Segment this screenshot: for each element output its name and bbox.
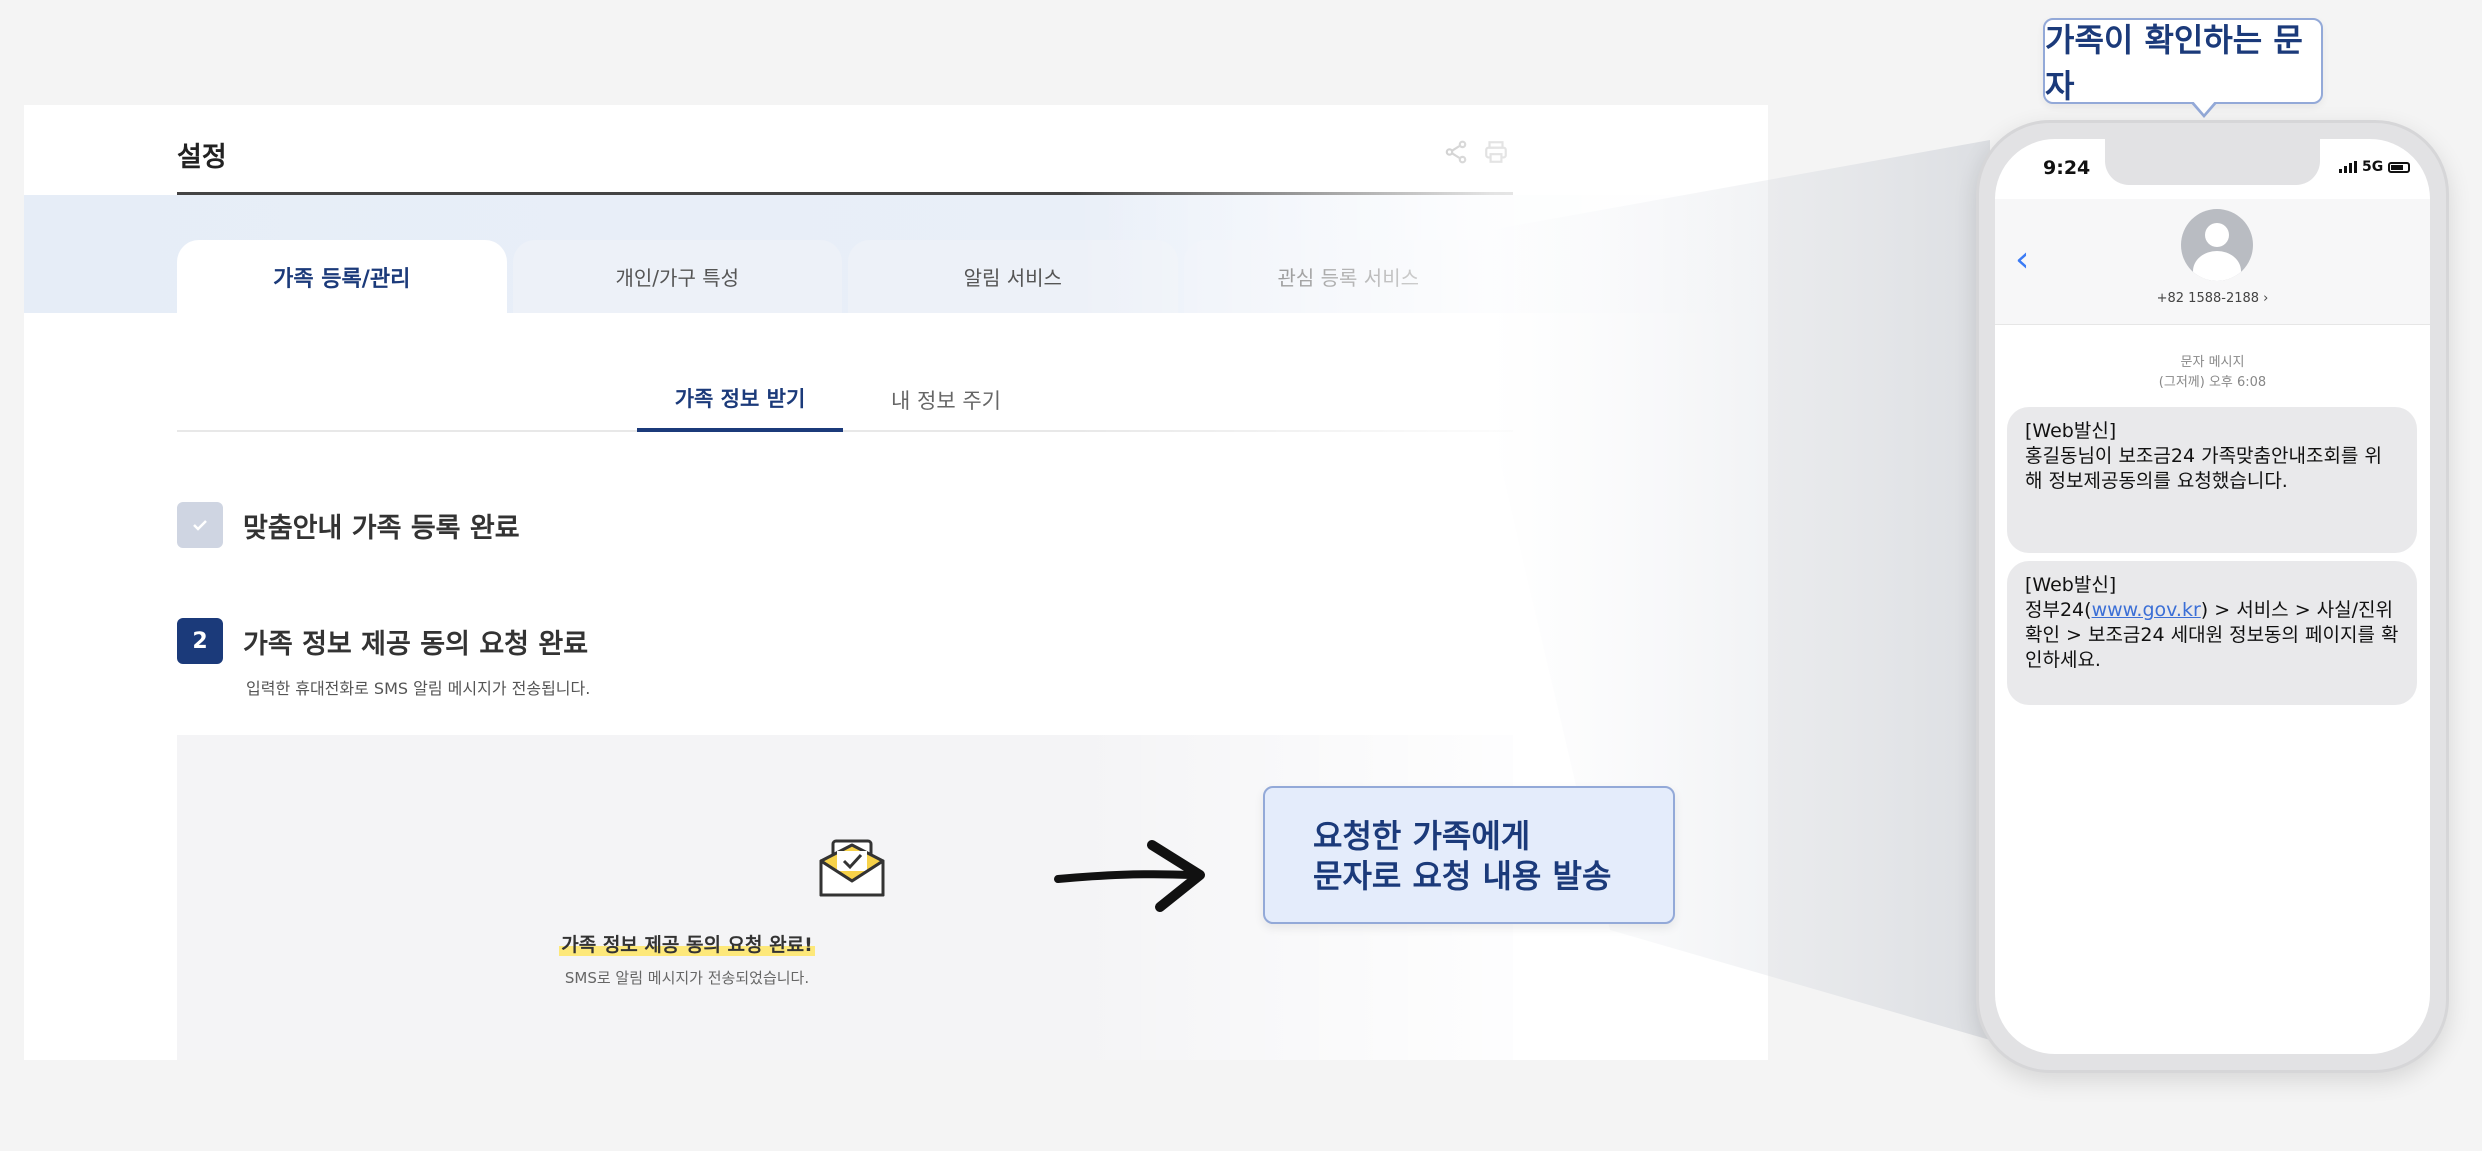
step-2: 2 가족 정보 제공 동의 요청 완료 xyxy=(177,618,588,664)
step-1-text: 맞춤안내 가족 등록 완료 xyxy=(243,512,520,544)
battery-icon xyxy=(2388,161,2411,173)
status-time: 9:24 xyxy=(2043,157,2091,179)
message-timestamp: (그저께) 오후 6:08 xyxy=(2158,375,2267,390)
page-title: 설정 xyxy=(177,142,227,173)
phone-label-tail-inner xyxy=(2192,100,2216,114)
phone-notch xyxy=(2105,139,2320,185)
share-icon[interactable] xyxy=(1439,135,1473,169)
arrow-right-icon xyxy=(1054,840,1205,912)
message-1-text: [Web발신] 홍길동님이 보조금24 가족맞춤안내조회를 위해 정보제공동의를… xyxy=(2025,420,2382,492)
message-bubble-1: [Web발신] 홍길동님이 보조금24 가족맞춤안내조회를 위해 정보제공동의를… xyxy=(2007,407,2417,553)
network-label: 5G xyxy=(2362,159,2384,175)
phone-frame: 9:24 5G ‹ +82 1588-2188 › 문자 메시지 (그저께) 오… xyxy=(1976,120,2449,1073)
sub-tabs: 가족 정보 받기 내 정보 주기 xyxy=(177,367,1513,432)
step-1: 맞춤안내 가족 등록 완료 xyxy=(177,502,520,548)
avatar[interactable] xyxy=(2181,209,2253,281)
signal-icon xyxy=(2339,161,2357,173)
result-subtitle: SMS로 알림 메시지가 전송되었습니다. xyxy=(564,969,810,987)
result-title: 가족 정보 제공 동의 요청 완료! xyxy=(177,930,1197,957)
step-2-description: 입력한 휴대전화로 SMS 알림 메시지가 전송됩니다. xyxy=(246,679,591,698)
step-2-number: 2 xyxy=(177,618,223,664)
tab-family-registration[interactable]: 가족 등록/관리 xyxy=(177,240,507,313)
subtab-give-my-info[interactable]: 내 정보 주기 xyxy=(843,367,1049,432)
callout-line-2: 문자로 요청 내용 발송 xyxy=(1313,857,1612,895)
main-tabs: 가족 등록/관리 개인/가구 특성 알림 서비스 관심 등록 서비스 xyxy=(177,240,1513,313)
callout-line-1: 요청한 가족에게 xyxy=(1313,817,1531,855)
tab-interest-registration[interactable]: 관심 등록 서비스 xyxy=(1183,240,1513,313)
result-title-text: 가족 정보 제공 동의 요청 완료! xyxy=(559,934,815,956)
message-bubble-2: [Web발신] 정부24(www.gov.kr) > 서비스 > 사실/진위확인… xyxy=(2007,561,2417,705)
status-indicators: 5G xyxy=(2339,159,2411,175)
check-icon xyxy=(177,502,223,548)
envelope-check-icon xyxy=(819,839,885,897)
tab-notification-service[interactable]: 알림 서비스 xyxy=(848,240,1178,313)
gov-link[interactable]: www.gov.kr xyxy=(2092,599,2201,621)
message-header: ‹ +82 1588-2188 › xyxy=(1995,199,2430,325)
message-type: 문자 메시지 xyxy=(2180,355,2245,370)
sms-callout: 요청한 가족에게 문자로 요청 내용 발송 xyxy=(1263,786,1675,924)
back-chevron-icon[interactable]: ‹ xyxy=(2015,239,2029,280)
subtab-receive-family-info[interactable]: 가족 정보 받기 xyxy=(637,367,843,432)
step-2-text: 가족 정보 제공 동의 요청 완료 xyxy=(243,628,589,660)
page-header: 설정 xyxy=(177,135,1513,195)
phone-label: 가족이 확인하는 문자 xyxy=(2043,18,2323,105)
phone-screen: 9:24 5G ‹ +82 1588-2188 › 문자 메시지 (그저께) 오… xyxy=(1995,139,2430,1054)
print-icon[interactable] xyxy=(1479,135,1513,169)
contact-number[interactable]: +82 1588-2188 › xyxy=(1995,291,2430,306)
tab-personal-household[interactable]: 개인/가구 특성 xyxy=(512,240,842,313)
